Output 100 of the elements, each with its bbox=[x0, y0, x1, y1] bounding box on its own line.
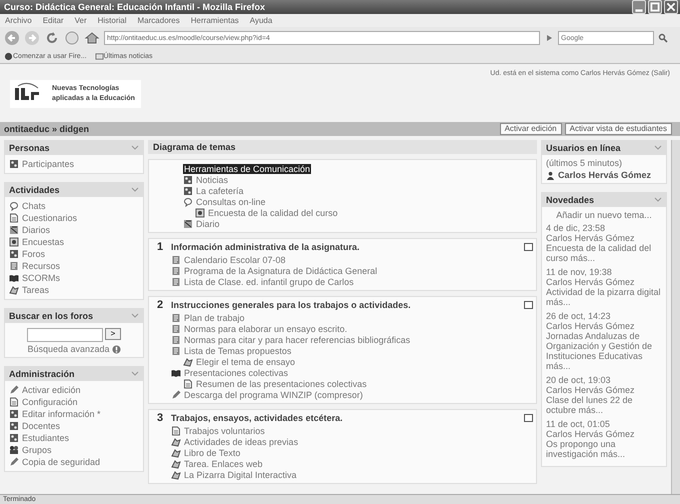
menu-item[interactable]: Ayuda bbox=[250, 16, 272, 25]
sidebar-link[interactable]: Foros bbox=[22, 249, 46, 259]
menu-item[interactable]: Archivo bbox=[5, 16, 32, 25]
activity-link[interactable]: Tarea. Enlaces web bbox=[184, 458, 263, 468]
collapse-icon[interactable] bbox=[131, 144, 139, 152]
activity-link[interactable]: Elegir el tema de ensayo bbox=[196, 356, 296, 366]
highlight-toggle[interactable] bbox=[524, 414, 532, 422]
activity-link[interactable]: Programa de la Asignatura de Didáctica General bbox=[184, 266, 378, 276]
collapse-icon[interactable] bbox=[131, 186, 139, 194]
highlight-toggle[interactable] bbox=[524, 243, 532, 251]
collapse-icon[interactable] bbox=[131, 370, 139, 378]
sidebar-link[interactable]: Diarios bbox=[22, 225, 50, 235]
post-author: Carlos Hervás Gómez bbox=[546, 429, 636, 439]
activity-link[interactable]: La Pizarra Digital Interactiva bbox=[184, 470, 297, 480]
menu-item[interactable]: Editar bbox=[42, 16, 64, 25]
post-text[interactable]: Encuesta de la calidad del curso más... bbox=[546, 243, 662, 263]
people-icon bbox=[9, 421, 19, 431]
online-note: (últimos 5 minutos) bbox=[546, 158, 624, 168]
post-text[interactable]: Clase del lunes 22 de octubre más... bbox=[546, 395, 662, 415]
activity-link[interactable]: Resumen de las presentaciones colectivas bbox=[196, 378, 367, 388]
sidebar-link[interactable]: Activar edición bbox=[22, 385, 81, 395]
activity-link[interactable]: La cafetería bbox=[196, 186, 244, 196]
activity-link[interactable]: Descarga del programa WINZIP (compresor) bbox=[184, 390, 363, 400]
collapse-icon[interactable] bbox=[654, 196, 662, 204]
sidebar-link[interactable]: Configuración bbox=[22, 397, 78, 407]
menu-item[interactable]: Ver bbox=[74, 16, 87, 25]
sidebar-link[interactable]: Recursos bbox=[22, 261, 60, 271]
highlight-toggle[interactable] bbox=[524, 301, 532, 309]
menu-item[interactable]: Herramientas bbox=[190, 16, 239, 25]
topic-number: 1 bbox=[156, 241, 164, 255]
post-text[interactable]: Os propongo una investigación más... bbox=[546, 439, 662, 459]
sidebar-link[interactable]: SCORMs bbox=[22, 273, 60, 283]
activity-link[interactable]: Trabajos voluntarios bbox=[184, 426, 265, 436]
search-button[interactable]: > bbox=[104, 328, 122, 340]
activity-link[interactable]: Lista de Clase. ed. infantil grupo de Carlos bbox=[184, 276, 354, 286]
activity-link[interactable]: Normas para elaborar un ensayo escrito. bbox=[184, 324, 348, 334]
activity-link[interactable]: Plan de trabajo bbox=[184, 312, 245, 322]
search-icon[interactable] bbox=[658, 33, 668, 43]
menu-item[interactable]: Historial bbox=[98, 16, 127, 25]
activity-link[interactable]: Actividades de ideas previas bbox=[184, 436, 298, 446]
topic-heading: Trabajos, ensayos, actividades etcétera. bbox=[171, 413, 344, 425]
home-icon[interactable] bbox=[84, 30, 100, 46]
sidebar-link[interactable]: Chats bbox=[22, 201, 46, 211]
reload-icon[interactable] bbox=[44, 30, 60, 46]
stop-icon[interactable] bbox=[64, 30, 80, 46]
activity-link[interactable]: Noticias bbox=[196, 174, 228, 184]
topic-number: 2 bbox=[156, 299, 164, 313]
pencil-icon bbox=[9, 385, 19, 395]
go-icon[interactable] bbox=[544, 33, 554, 43]
activity-link[interactable]: Calendario Escolar 07-08 bbox=[184, 254, 286, 264]
sidebar-link[interactable]: Cuestionarios bbox=[22, 213, 78, 223]
pencil-icon bbox=[171, 390, 181, 400]
topic-number: 3 bbox=[156, 412, 164, 426]
sidebar-link[interactable]: Grupos bbox=[22, 445, 52, 455]
minimize-icon[interactable] bbox=[632, 0, 646, 14]
activity-link[interactable]: Libro de Texto bbox=[184, 448, 240, 458]
post-author: Carlos Hervás Gómez bbox=[546, 385, 636, 395]
post-text[interactable]: Actividad de la pizarra digital más... bbox=[546, 287, 662, 307]
group-icon bbox=[9, 445, 19, 455]
user-name[interactable]: Carlos Hervás Gómez bbox=[558, 170, 652, 180]
activity-link[interactable]: Diario bbox=[196, 218, 220, 228]
sidebar-link[interactable]: Tareas bbox=[22, 285, 50, 295]
add-topic-link[interactable]: Añadir un nuevo tema... bbox=[546, 210, 662, 220]
help-icon[interactable] bbox=[112, 344, 121, 354]
scrollbar[interactable] bbox=[671, 140, 680, 494]
collapse-icon[interactable] bbox=[654, 144, 662, 152]
sidebar-link[interactable]: Editar información * bbox=[22, 409, 101, 419]
sidebar-link[interactable]: Docentes bbox=[22, 421, 60, 431]
sidebar-link[interactable]: Estudiantes bbox=[22, 433, 70, 443]
advanced-search-link[interactable]: Búsqueda avanzada bbox=[27, 344, 110, 354]
activity-link[interactable]: Normas para citar y para hacer referencias bibliográficas bbox=[184, 334, 410, 344]
people-icon bbox=[9, 249, 19, 259]
activity-link[interactable]: Consultas on-line bbox=[196, 196, 266, 206]
activity-link[interactable]: Encuesta de la calidad del curso bbox=[208, 208, 338, 218]
sidebar-link[interactable]: Participantes bbox=[22, 159, 74, 169]
search-field[interactable] bbox=[26, 328, 103, 342]
notebook-icon bbox=[9, 225, 19, 235]
post-text[interactable]: Jornadas Andaluzas de Organización y Gestión de Instituciones Educativas más... bbox=[546, 331, 662, 371]
chart-icon bbox=[9, 237, 19, 247]
maximize-icon[interactable] bbox=[648, 0, 662, 14]
collapse-icon[interactable] bbox=[131, 312, 139, 320]
breadcrumb[interactable]: ontitaeduc » didgen bbox=[4, 124, 90, 134]
post-date: 4 de dic, 23:58 bbox=[546, 223, 606, 233]
post-author: Carlos Hervás Gómez bbox=[546, 233, 636, 243]
back-icon[interactable] bbox=[4, 30, 20, 46]
toggle-button[interactable]: Activar edición bbox=[500, 123, 562, 135]
post-date: 11 de nov, 19:38 bbox=[546, 267, 613, 277]
sidebar-link[interactable]: Copia de seguridad bbox=[22, 457, 100, 467]
close-icon[interactable] bbox=[664, 0, 678, 14]
menu-item[interactable]: Marcadores bbox=[138, 16, 180, 25]
block-title: Novedades bbox=[546, 195, 594, 205]
sidebar-link[interactable]: Encuestas bbox=[22, 237, 64, 247]
toggle-button[interactable]: Activar vista de estudiantes bbox=[564, 123, 672, 135]
activity-link[interactable]: Lista de Temas propuestos bbox=[184, 346, 292, 356]
post-author: Carlos Hervás Gómez bbox=[546, 277, 636, 287]
activity-link[interactable]: Presentaciones colectivas bbox=[184, 368, 288, 378]
block-title: Buscar en los foros bbox=[9, 311, 94, 321]
chart-icon bbox=[195, 208, 205, 218]
page-icon bbox=[171, 254, 181, 264]
document-icon bbox=[9, 397, 19, 407]
